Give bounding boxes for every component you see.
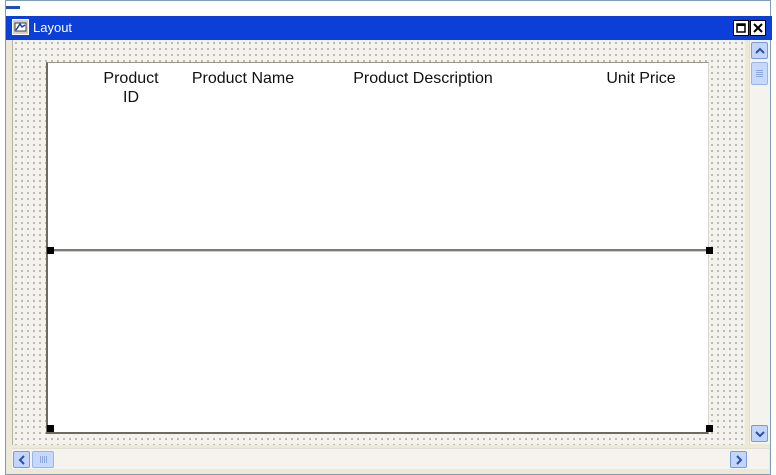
window-title: Layout: [33, 20, 73, 35]
column-header-product-id[interactable]: Product ID: [101, 69, 161, 107]
close-icon: [753, 23, 763, 33]
resize-handle[interactable]: [706, 247, 713, 254]
scroll-right-button[interactable]: [730, 451, 747, 468]
close-button[interactable]: [750, 20, 766, 36]
chevron-left-icon: [18, 455, 25, 465]
resize-handle[interactable]: [706, 425, 713, 432]
scroll-up-button[interactable]: [751, 42, 768, 59]
chevron-right-icon: [736, 455, 743, 465]
column-header-product-description[interactable]: Product Description: [338, 69, 508, 88]
layout-window: Layout Product ID Product Name Product D…: [5, 0, 772, 475]
report-band[interactable]: Product ID Product Name Product Descript…: [46, 62, 713, 434]
chevron-up-icon: [755, 47, 765, 54]
band-divider[interactable]: [48, 249, 708, 252]
title-bar[interactable]: Layout: [6, 16, 772, 40]
vertical-scroll-thumb[interactable]: [751, 62, 768, 85]
scroll-down-button[interactable]: [751, 425, 768, 442]
horizontal-scrollbar[interactable]: [12, 448, 769, 469]
column-header-label: Product Name: [191, 70, 295, 87]
column-header-product-name[interactable]: Product Name: [183, 69, 303, 88]
column-header-label: Unit Price: [606, 70, 676, 87]
vertical-scrollbar[interactable]: [749, 40, 770, 444]
layout-window-icon[interactable]: [12, 19, 29, 35]
restore-button[interactable]: [733, 20, 749, 36]
column-header-label: Product ID: [103, 70, 159, 106]
top-strip: [6, 1, 770, 16]
scroll-left-button[interactable]: [13, 451, 30, 468]
chevron-down-icon: [755, 431, 765, 438]
resize-handle[interactable]: [47, 247, 54, 254]
restore-icon: [736, 23, 746, 33]
column-header-label: Product Description: [353, 70, 493, 87]
column-header-unit-price[interactable]: Unit Price: [596, 69, 686, 88]
resize-handle[interactable]: [47, 425, 54, 432]
horizontal-scroll-thumb[interactable]: [32, 451, 54, 468]
layout-canvas[interactable]: Product ID Product Name Product Descript…: [12, 40, 745, 445]
menu-dash: [6, 6, 20, 9]
